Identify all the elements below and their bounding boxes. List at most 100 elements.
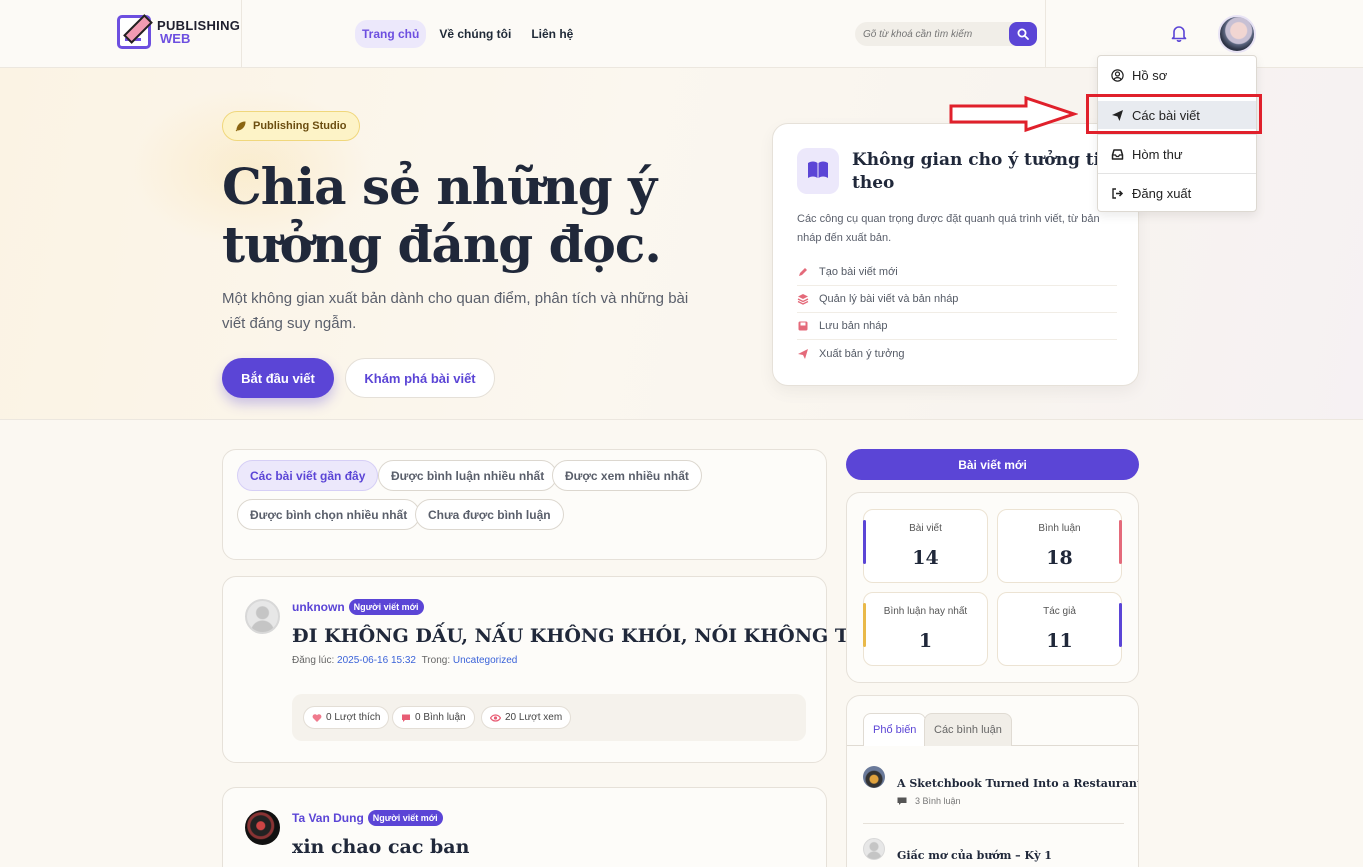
pen-icon [799,268,807,276]
site-logo[interactable]: PUBLISHING WEB [117,15,240,49]
category-label: Trong: [421,655,451,666]
hero-description: Một không gian xuất bản dành cho quan đi… [222,290,689,332]
idea-card-title: Không gian cho ý tưởng tiếp theo [852,150,1123,193]
menu-item-label: Đăng xuất [1132,185,1192,201]
book-icon [797,148,839,194]
menu-divider [1098,134,1256,135]
views-count: 20 Lượt xem [505,712,563,723]
studio-badge: Publishing Studio [222,111,360,141]
filter-recent[interactable]: Các bài viết gần đây [237,460,379,491]
post-filters: Các bài viết gần đây Được bình luận nhiề… [222,449,827,560]
search-box [855,22,1037,46]
paper-plane-icon [798,348,808,359]
author-name[interactable]: unknown [292,600,345,614]
nav-home[interactable]: Trang chủ [355,20,427,48]
stat-authors: Tác giả 11 [997,592,1122,666]
menu-item-label: Hồ sơ [1132,67,1168,83]
popular-post-title[interactable]: A Sketchbook Turned Into a Restaurant [897,777,1138,790]
post-card: unknown Người viết mới ĐI KHÔNG DẤU, NẤU… [222,576,906,763]
new-writer-badge: Người viết mới [367,810,443,826]
menu-item-profile[interactable]: Hồ sơ [1098,61,1256,89]
eye-icon [490,713,501,722]
menu-item-inbox[interactable]: Hòm thư [1098,140,1256,168]
meta-label: Đăng lúc: [292,655,335,666]
popular-tabs-card: Phổ biến Các bình luận A Sketchbook Turn… [846,695,1139,867]
list-item-label: Quản lý bài viết và bản nháp [819,293,959,305]
author-avatar[interactable] [245,599,280,634]
comment-stat[interactable]: 0 Bình luận [392,706,475,729]
search-icon [1017,28,1029,40]
logo-text: PUBLISHING WEB [157,19,240,45]
view-stat: 20 Lượt xem [481,706,572,729]
stat-value: 14 [912,547,939,569]
author-avatar[interactable] [245,810,280,845]
user-avatar[interactable] [1218,15,1256,53]
stat-comments: Bình luận 18 [997,509,1122,583]
menu-divider [1098,173,1256,174]
post-meta: Đăng lúc: 2025-06-16 15:32 Trong: Uncate… [292,655,517,666]
like-stat[interactable]: 0 Lượt thích [303,706,390,729]
stat-label: Bình luận [1038,523,1081,534]
comment-icon [402,714,410,722]
list-item-label: Lưu bản nháp [819,320,888,332]
annotation-arrow-icon [949,95,1078,133]
tab-comments[interactable]: Các bình luận [924,713,1012,746]
header-divider [241,0,242,68]
author-name[interactable]: Ta Van Dung [292,811,364,825]
notification-button[interactable] [1170,24,1188,47]
post-thumbnail [863,766,885,788]
list-item-label: Xuất bản ý tưởng [819,347,905,360]
list-item: Tạo bài viết mới [797,259,1117,286]
post-category[interactable]: Uncategorized [453,655,517,666]
comment-icon [897,797,907,805]
list-item: Xuất bản ý tưởng [797,340,1117,367]
menu-item-logout[interactable]: Đăng xuất [1098,179,1256,207]
new-post-button[interactable]: Bài viết mới [846,449,1139,480]
feather-icon [235,120,246,131]
header-divider [1045,0,1046,68]
hero-title: Chia sẻ những ý tưởng đáng đọc. [222,157,662,274]
stat-best-comments: Bình luận hay nhất 1 [863,592,988,666]
list-item: Quản lý bài viết và bản nháp [797,286,1117,313]
start-writing-button[interactable]: Bắt đầu viết [222,358,334,398]
inbox-icon [1111,148,1124,160]
logout-icon [1112,187,1124,199]
filter-most-viewed[interactable]: Được xem nhiều nhất [552,460,702,491]
bell-icon [1171,26,1187,42]
stat-label: Bình luận hay nhất [883,606,968,617]
main-nav: Trang chủ Về chúng tôi Liên hệ [355,20,580,48]
post-title[interactable]: xin chao cac ban [292,836,469,858]
post-card: Ta Van Dung Người viết mới xin chao cac … [222,787,827,867]
post-date[interactable]: 2025-06-16 15:32 [337,655,416,666]
explore-posts-button[interactable]: Khám phá bài viết [345,358,495,398]
popular-post-meta: 3 Bình luận [897,796,961,806]
post-title[interactable]: ĐI KHÔNG DẤU, NẤU KHÔNG KHÓI, NÓI KHÔNG … [292,625,906,647]
comment-count: 3 Bình luận [915,796,961,806]
popular-post-title[interactable]: Giấc mơ của bướm – Kỳ 1 [897,849,1052,862]
stat-value: 11 [1046,630,1073,652]
list-item-label: Tạo bài viết mới [819,266,898,278]
search-input[interactable] [855,22,1005,46]
nav-contact[interactable]: Liên hệ [524,20,580,48]
post-thumbnail [863,838,885,860]
stat-label: Tác giả [1043,606,1076,617]
logo-pencil-icon [117,15,151,49]
idea-card: Không gian cho ý tưởng tiếp theo Các côn… [772,123,1139,386]
filter-no-comments[interactable]: Chưa được bình luận [415,499,564,530]
logo-line2: WEB [160,31,191,46]
badge-label: Publishing Studio [253,120,347,132]
stat-value: 18 [1046,547,1073,569]
post-author: Ta Van Dung Người viết mới [292,810,443,826]
post-author: unknown Người viết mới [292,599,424,615]
stat-posts: Bài viết 14 [863,509,988,583]
stat-value: 1 [918,630,933,652]
search-button[interactable] [1009,22,1037,46]
nav-about[interactable]: Về chúng tôi [432,20,518,48]
tab-popular[interactable]: Phổ biến [863,713,927,746]
filter-most-voted[interactable]: Được bình chọn nhiều nhất [237,499,421,530]
likes-count: 0 Lượt thích [326,712,381,723]
idea-card-list: Tạo bài viết mới Quản lý bài viết và bản… [797,259,1117,367]
filter-most-commented[interactable]: Được bình luận nhiều nhất [378,460,558,491]
list-item: Lưu bản nháp [797,313,1117,340]
list-divider [863,823,1124,824]
